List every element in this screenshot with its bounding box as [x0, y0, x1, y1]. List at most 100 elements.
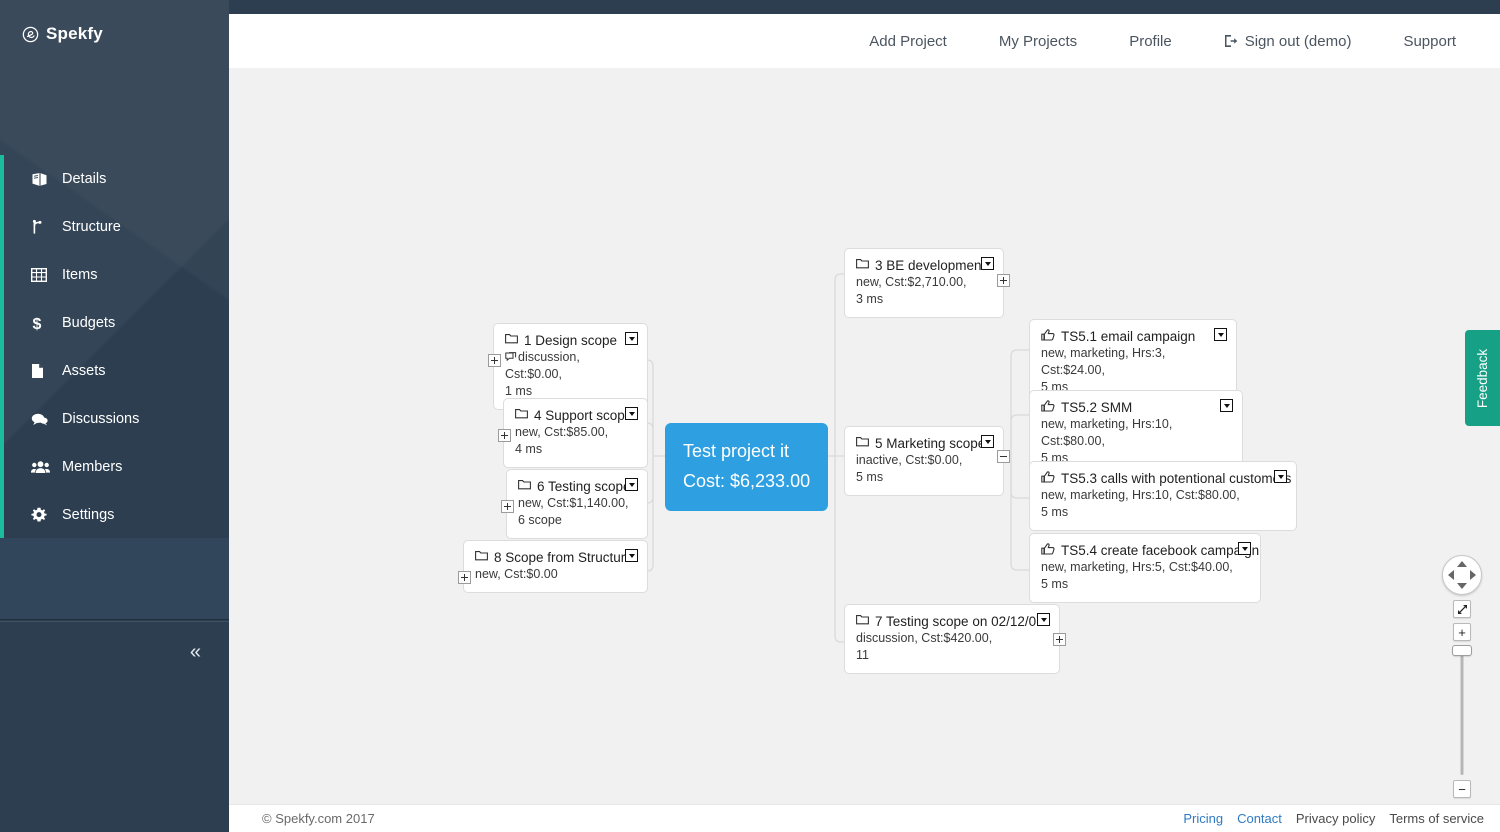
node-expand-button[interactable]	[458, 571, 471, 584]
folder-icon	[856, 437, 869, 447]
node-meta: discussion, Cst:$420.00, 11	[856, 630, 1048, 664]
node-title-text: 4 Support scope	[534, 408, 633, 423]
svg-text:$: $	[33, 316, 42, 332]
sidebar-item-budgets[interactable]: $ Budgets	[4, 299, 229, 347]
mindmap-root-node[interactable]: Test project it Cost: $6,233.00	[665, 423, 829, 511]
mindmap-node-be-development[interactable]: 3 BE development new, Cst:$2,710.00, 3 m…	[844, 248, 1010, 318]
pan-down-arrow-icon[interactable]	[1457, 583, 1467, 589]
node-dropdown-button[interactable]	[1220, 399, 1233, 412]
mindmap-node-ts54[interactable]: TS5.4 create facebook campaign new, mark…	[1029, 533, 1261, 603]
node-meta-line2: 4 ms	[515, 442, 543, 456]
node-dropdown-button[interactable]	[625, 478, 638, 491]
node-title-text: 3 BE development	[875, 258, 986, 273]
zoom-out-button[interactable]: −	[1453, 780, 1471, 798]
pan-up-arrow-icon[interactable]	[1457, 561, 1467, 567]
node-meta-line2: 5 ms	[1041, 577, 1069, 591]
node-meta: new, marketing, Hrs:10, Cst:$80.00, 5 ms	[1041, 487, 1285, 521]
navlink-label: Support	[1403, 32, 1456, 50]
sidebar-item-members[interactable]: Members	[4, 443, 229, 491]
zoom-slider[interactable]	[1452, 645, 1472, 775]
pan-left-arrow-icon[interactable]	[1448, 570, 1454, 580]
node-title-row: 1 Design scope	[505, 332, 636, 349]
footer: © Spekfy.com 2017 Pricing Contact Privac…	[229, 804, 1500, 832]
navlink-label: Add Project	[869, 32, 947, 50]
node-meta: inactive, Cst:$0.00, 5 ms	[856, 452, 992, 486]
footer-link-pricing[interactable]: Pricing	[1183, 811, 1223, 826]
node-title-row: TS5.1 email campaign	[1041, 328, 1225, 345]
node-expand-button[interactable]	[498, 429, 511, 442]
node-title-row: TS5.3 calls with potentional customers	[1041, 470, 1291, 487]
node-dropdown-button[interactable]	[625, 332, 638, 345]
sidebar-item-label: Items	[62, 267, 98, 283]
mindmap-node-ts53[interactable]: TS5.3 calls with potentional customers n…	[1029, 461, 1297, 531]
navlink-profile[interactable]: Profile	[1103, 27, 1198, 56]
brand-logo[interactable]: Spekfy	[0, 0, 229, 68]
node-title-row: 8 Scope from Structure	[475, 549, 636, 566]
node-collapse-button[interactable]	[997, 450, 1010, 463]
mindmap-node-testing-scope-dated[interactable]: 7 Testing scope on 02/12/07 discussion, …	[844, 604, 1066, 674]
sidebar-item-structure[interactable]: Structure	[4, 203, 229, 251]
node-dropdown-button[interactable]	[1214, 328, 1227, 341]
node-expand-button[interactable]	[501, 500, 514, 513]
zoom-in-label: +	[1458, 624, 1466, 640]
sidebar-item-items[interactable]: Items	[4, 251, 229, 299]
zoom-out-label: −	[1458, 781, 1466, 797]
navlink-sign-out[interactable]: Sign out (demo)	[1198, 27, 1378, 56]
pan-compass-icon[interactable]	[1442, 555, 1482, 595]
zoom-in-button[interactable]: +	[1453, 623, 1471, 641]
node-expand-button[interactable]	[488, 354, 501, 367]
sidebar-item-settings[interactable]: Settings	[4, 491, 229, 539]
sidebar-item-details[interactable]: Details	[4, 155, 229, 203]
node-dropdown-button[interactable]	[1238, 542, 1251, 555]
node-dropdown-button[interactable]	[981, 257, 994, 270]
mindmap-node-design-scope[interactable]: 1 Design scope discussion, Cst:$0.00, 1 …	[488, 323, 648, 410]
mindmap-node-support-scope[interactable]: 4 Support scope new, Cst:$85.00, 4 ms	[498, 398, 648, 468]
sidebar-lower-panel	[0, 538, 229, 620]
node-meta: new, Cst:$1,140.00, 6 scope	[518, 495, 636, 529]
sidebar-item-label: Members	[62, 459, 123, 475]
navlink-my-projects[interactable]: My Projects	[973, 27, 1103, 56]
sidebar-item-discussions[interactable]: Discussions	[4, 395, 229, 443]
node-dropdown-button[interactable]	[1037, 613, 1050, 626]
pan-right-arrow-icon[interactable]	[1470, 570, 1476, 580]
feedback-tab[interactable]: Feedback	[1465, 330, 1500, 426]
node-title-row: 3 BE development	[856, 257, 992, 274]
zoom-slider-track[interactable]	[1460, 655, 1464, 775]
node-dropdown-button[interactable]	[625, 407, 638, 420]
fit-to-screen-button[interactable]	[1453, 600, 1471, 618]
sidebar-item-assets[interactable]: Assets	[4, 347, 229, 395]
node-dropdown-button[interactable]	[1274, 470, 1287, 483]
node-meta-line1: inactive, Cst:$0.00,	[856, 453, 963, 467]
sign-out-icon	[1224, 35, 1237, 47]
node-title-row: TS5.2 SMM	[1041, 399, 1231, 416]
node-meta: new, marketing, Hrs:3, Cst:$24.00, 5 ms	[1041, 345, 1225, 396]
folder-icon	[856, 259, 869, 269]
footer-link-privacy-policy[interactable]: Privacy policy	[1296, 811, 1375, 826]
mindmap-node-testing-scope[interactable]: 6 Testing scope new, Cst:$1,140.00, 6 sc…	[501, 469, 648, 539]
footer-link-terms-of-service[interactable]: Terms of service	[1389, 811, 1484, 826]
thumbs-up-icon	[1041, 471, 1055, 483]
node-dropdown-button[interactable]	[625, 549, 638, 562]
mindmap-node-scope-from-structure[interactable]: 8 Scope from Structure new, Cst:$0.00	[458, 540, 648, 593]
node-meta-line1: discussion, Cst:$420.00,	[856, 631, 993, 645]
mindmap-canvas[interactable]: 1 Design scope discussion, Cst:$0.00, 1 …	[229, 68, 1500, 804]
sidebar-collapse-button[interactable]: «	[0, 621, 229, 681]
node-meta-line1: new, Cst:$1,140.00,	[518, 496, 629, 510]
node-meta-line2: 5 ms	[856, 470, 884, 484]
node-expand-button[interactable]	[1053, 633, 1066, 646]
gear-icon	[31, 507, 50, 523]
root-node-cost: Cost: $6,233.00	[683, 471, 811, 491]
node-title-text: 6 Testing scope	[537, 479, 631, 494]
node-title-text: 7 Testing scope on 02/12/07	[875, 614, 1044, 629]
node-meta: new, Cst:$85.00, 4 ms	[515, 424, 636, 458]
node-title-text: TS5.3 calls with potentional customers	[1061, 471, 1292, 486]
zoom-slider-thumb[interactable]	[1452, 645, 1472, 656]
navlink-add-project[interactable]: Add Project	[843, 27, 973, 56]
navlink-support[interactable]: Support	[1377, 27, 1482, 56]
footer-link-contact[interactable]: Contact	[1237, 811, 1282, 826]
node-meta-line1: new, Cst:$2,710.00,	[856, 275, 967, 289]
node-dropdown-button[interactable]	[981, 435, 994, 448]
sidebar-item-label: Settings	[62, 507, 115, 523]
mindmap-node-marketing-scope[interactable]: 5 Marketing scope inactive, Cst:$0.00, 5…	[844, 426, 1010, 496]
node-expand-button[interactable]	[997, 274, 1010, 287]
